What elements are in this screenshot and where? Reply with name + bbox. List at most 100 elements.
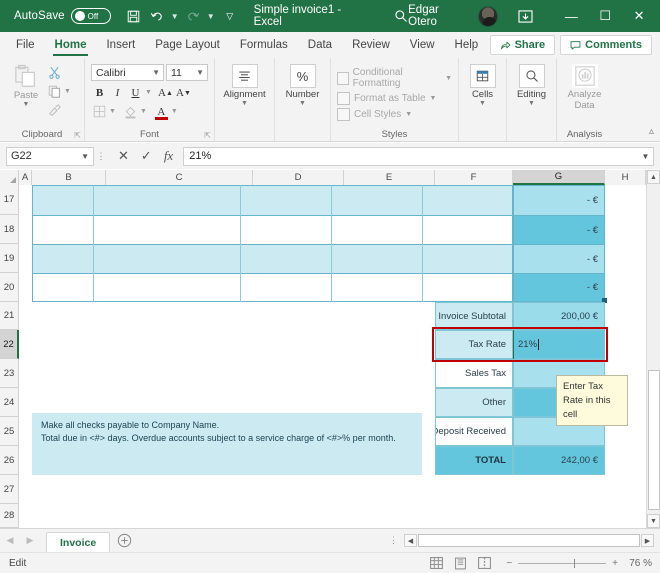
scroll-left-icon[interactable]: ◀ <box>404 534 417 547</box>
next-sheet-icon[interactable]: ▶ <box>20 535 40 546</box>
select-all-corner[interactable] <box>0 170 19 185</box>
name-box-chevron-down-icon[interactable]: ▼ <box>81 152 89 161</box>
user-name[interactable]: Edgar Otero <box>408 4 470 28</box>
alignment-chevron-down-icon[interactable]: ▼ <box>241 100 248 107</box>
cell-styles-button[interactable]: Cell Styles ▼ <box>337 108 452 121</box>
sheet-cells[interactable]: - € - € - € - € Invoice Subtotal 200,00 … <box>19 185 660 528</box>
previous-sheet-icon[interactable]: ◀ <box>0 535 20 546</box>
formula-input[interactable]: 21% <box>183 146 638 166</box>
format-painter-button[interactable] <box>48 102 71 119</box>
column-header-b[interactable]: B <box>32 170 106 185</box>
zoom-level[interactable]: 76 % <box>622 558 652 569</box>
tab-insert[interactable]: Insert <box>96 32 145 58</box>
line-item-band-20[interactable] <box>32 273 513 302</box>
cancel-entry-button[interactable]: ✕ <box>118 148 129 164</box>
row-header-28[interactable]: 28 <box>0 504 19 528</box>
expand-formula-bar-icon[interactable]: ▼ <box>638 146 654 166</box>
add-sheet-icon[interactable] <box>110 533 138 548</box>
tab-view[interactable]: View <box>400 32 445 58</box>
totals-label-deposit-received[interactable]: Deposit Received <box>435 417 513 446</box>
ribbon-display-options-icon[interactable] <box>512 6 538 26</box>
row-header-27[interactable]: 27 <box>0 475 19 504</box>
totals-label-tax-rate[interactable]: Tax Rate <box>435 330 513 359</box>
tab-formulas[interactable]: Formulas <box>230 32 298 58</box>
paste-button[interactable]: Paste ▼ <box>6 64 46 108</box>
totals-value-tax-rate[interactable]: 21% <box>513 330 605 359</box>
column-header-c[interactable]: C <box>106 170 253 185</box>
tab-split-handle[interactable]: ⋮ <box>383 535 404 546</box>
minimize-button[interactable]: — <box>554 0 588 32</box>
name-box[interactable]: G22 ▼ <box>6 146 94 166</box>
save-icon[interactable] <box>123 4 145 28</box>
fill-color-chevron-down-icon[interactable]: ▼ <box>140 108 147 115</box>
undo-chevron-down-icon[interactable]: ▼ <box>169 4 181 28</box>
column-header-e[interactable]: E <box>344 170 435 185</box>
tab-file[interactable]: File <box>6 32 45 58</box>
tab-review[interactable]: Review <box>342 32 400 58</box>
row-header-17[interactable]: 17 <box>0 185 19 215</box>
zoom-in-button[interactable]: + <box>612 558 618 569</box>
totals-label-invoice-subtotal[interactable]: Invoice Subtotal <box>435 302 513 330</box>
format-as-table-chevron-down-icon[interactable]: ▼ <box>430 95 437 102</box>
tab-data[interactable]: Data <box>298 32 342 58</box>
share-button[interactable]: Share <box>489 35 556 55</box>
font-size-chevron-down-icon[interactable]: ▼ <box>192 68 204 77</box>
cells-button[interactable]: Cells ▼ <box>465 64 500 107</box>
line-item-band-17[interactable] <box>32 185 513 215</box>
line-item-band-19[interactable] <box>32 244 513 273</box>
bold-button[interactable]: B <box>91 84 108 101</box>
row-header-19[interactable]: 19 <box>0 244 19 273</box>
copy-button[interactable]: ▼ <box>48 83 71 100</box>
formula-bar-handle[interactable]: ⋮ <box>94 151 108 162</box>
scroll-up-icon[interactable]: ▲ <box>647 170 660 184</box>
paste-chevron-down-icon[interactable]: ▼ <box>23 101 30 108</box>
page-layout-view-icon[interactable] <box>453 556 468 570</box>
editing-chevron-down-icon[interactable]: ▼ <box>528 100 535 107</box>
horizontal-scrollbar-thumb[interactable] <box>418 534 640 547</box>
avatar[interactable] <box>477 5 499 27</box>
sheet-tab-invoice[interactable]: Invoice <box>46 531 111 553</box>
column-header-f[interactable]: F <box>435 170 513 185</box>
conditional-formatting-button[interactable]: Conditional Formatting ▼ <box>337 67 452 89</box>
row-header-24[interactable]: 24 <box>0 388 19 417</box>
zoom-out-button[interactable]: − <box>506 558 512 569</box>
scroll-down-icon[interactable]: ▼ <box>647 514 660 528</box>
insert-function-button[interactable]: fx <box>164 148 173 164</box>
page-break-preview-icon[interactable] <box>477 556 492 570</box>
line-item-band-18[interactable] <box>32 215 513 244</box>
clipboard-dialog-launcher-icon[interactable]: ⇱ <box>74 131 81 140</box>
line-item-amount-19[interactable]: - € <box>513 244 605 273</box>
autosave-toggle[interactable]: Off <box>70 8 111 24</box>
zoom-slider[interactable] <box>518 558 607 568</box>
conditional-formatting-chevron-down-icon[interactable]: ▼ <box>445 75 452 82</box>
customize-quick-access-toolbar-icon[interactable]: ▽ <box>224 4 236 28</box>
line-item-amount-18[interactable]: - € <box>513 215 605 244</box>
fill-color-button[interactable] <box>122 103 139 120</box>
editing-button[interactable]: Editing ▼ <box>513 64 550 107</box>
totals-value-total[interactable]: 242,00 € <box>513 446 605 475</box>
cut-button[interactable] <box>48 64 71 81</box>
column-header-h[interactable]: H <box>605 170 646 185</box>
payment-note[interactable]: Make all checks payable to Company Name.… <box>32 413 422 475</box>
font-dialog-launcher-icon[interactable]: ⇱ <box>204 131 211 140</box>
borders-chevron-down-icon[interactable]: ▼ <box>109 108 116 115</box>
column-header-g[interactable]: G <box>513 170 605 185</box>
row-header-26[interactable]: 26 <box>0 446 19 475</box>
zoom-control[interactable]: − + <box>506 558 618 569</box>
decrease-font-size-button[interactable]: A ▼ <box>175 84 192 101</box>
font-name-chevron-down-icon[interactable]: ▼ <box>148 68 160 77</box>
font-name-combo[interactable]: Calibri ▼ <box>91 64 164 81</box>
format-as-table-button[interactable]: Format as Table ▼ <box>337 92 452 105</box>
enter-entry-button[interactable]: ✓ <box>141 148 152 164</box>
number-format-button[interactable]: % Number ▼ <box>281 64 324 107</box>
column-header-a[interactable]: A <box>19 170 32 185</box>
row-header-25[interactable]: 25 <box>0 417 19 446</box>
close-button[interactable]: ✕ <box>622 0 656 32</box>
cell-styles-chevron-down-icon[interactable]: ▼ <box>405 111 412 118</box>
autosave-control[interactable]: AutoSave Off <box>14 8 111 24</box>
totals-label-other[interactable]: Other <box>435 388 513 417</box>
font-color-button[interactable]: A <box>153 103 170 120</box>
line-item-amount-17[interactable]: - € <box>513 185 605 215</box>
row-header-18[interactable]: 18 <box>0 215 19 244</box>
underline-chevron-down-icon[interactable]: ▼ <box>145 89 152 96</box>
